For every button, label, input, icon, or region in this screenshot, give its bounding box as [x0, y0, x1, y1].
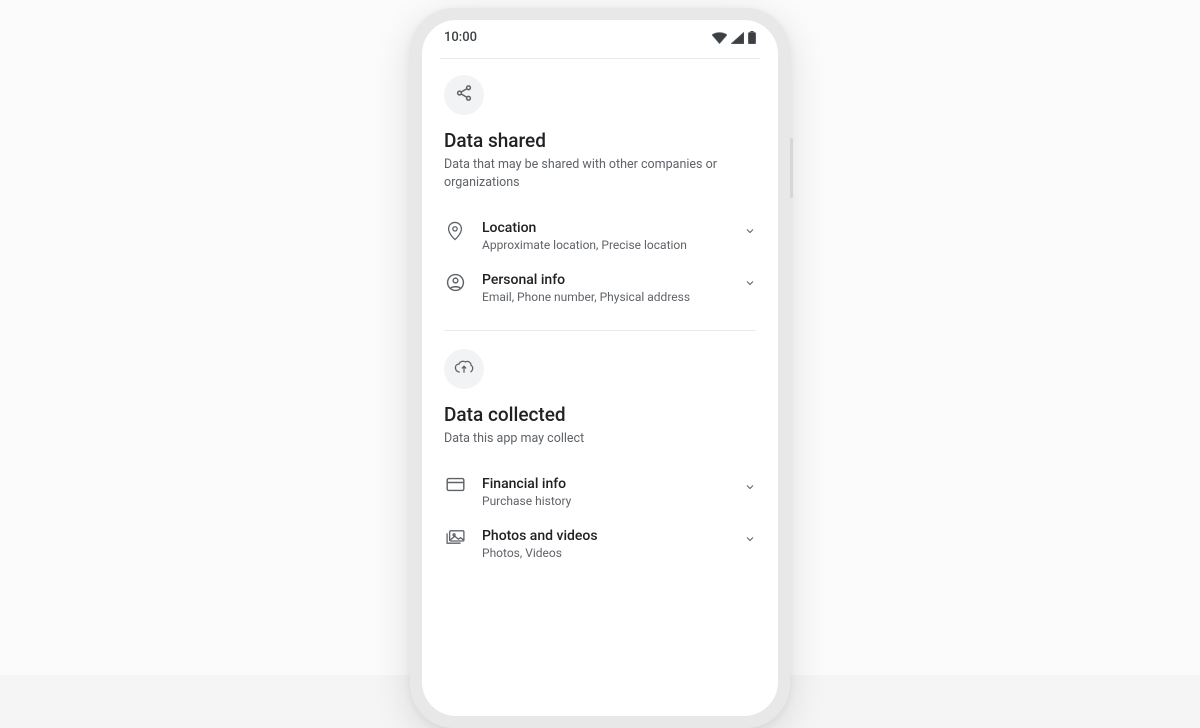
cloud-upload-icon — [454, 359, 474, 379]
row-title: Personal info — [482, 272, 728, 288]
row-title: Financial info — [482, 476, 728, 492]
row-subtitle: Photos, Videos — [482, 546, 728, 560]
cloud-icon-circle — [444, 349, 484, 389]
credit-card-icon — [446, 477, 465, 496]
chevron-down-icon — [744, 272, 756, 293]
photos-icon — [446, 529, 465, 549]
chevron-down-icon — [744, 220, 756, 241]
status-icons — [712, 31, 756, 44]
chevron-down-icon — [744, 476, 756, 497]
content: Data shared Data that may be shared with… — [422, 59, 778, 570]
section-divider — [444, 330, 756, 331]
phone-frame: 10:00 — [410, 8, 790, 728]
location-icon — [446, 221, 464, 245]
row-subtitle: Approximate location, Precise location — [482, 238, 728, 252]
status-time: 10:00 — [444, 30, 477, 45]
row-title: Photos and videos — [482, 528, 728, 544]
share-icon-circle — [444, 75, 484, 115]
row-financial-info[interactable]: Financial info Purchase history — [444, 466, 756, 518]
row-title: Location — [482, 220, 728, 236]
data-shared-title: Data shared — [444, 129, 756, 152]
person-icon — [446, 273, 465, 296]
row-subtitle: Email, Phone number, Physical address — [482, 290, 728, 304]
battery-icon — [748, 31, 756, 44]
row-personal-info[interactable]: Personal info Email, Phone number, Physi… — [444, 262, 756, 314]
power-button — [790, 138, 793, 198]
status-bar: 10:00 — [422, 20, 778, 56]
data-collected-subtitle: Data this app may collect — [444, 430, 756, 448]
row-subtitle: Purchase history — [482, 494, 728, 508]
chevron-down-icon — [744, 528, 756, 549]
phone-screen: 10:00 — [422, 20, 778, 716]
cellular-icon — [731, 32, 744, 44]
data-collected-title: Data collected — [444, 403, 756, 426]
wifi-icon — [712, 32, 727, 44]
row-location[interactable]: Location Approximate location, Precise l… — [444, 210, 756, 262]
row-photos-videos[interactable]: Photos and videos Photos, Videos — [444, 518, 756, 570]
data-shared-subtitle: Data that may be shared with other compa… — [444, 156, 756, 192]
stage: 10:00 — [0, 0, 1200, 675]
share-icon — [455, 84, 473, 106]
